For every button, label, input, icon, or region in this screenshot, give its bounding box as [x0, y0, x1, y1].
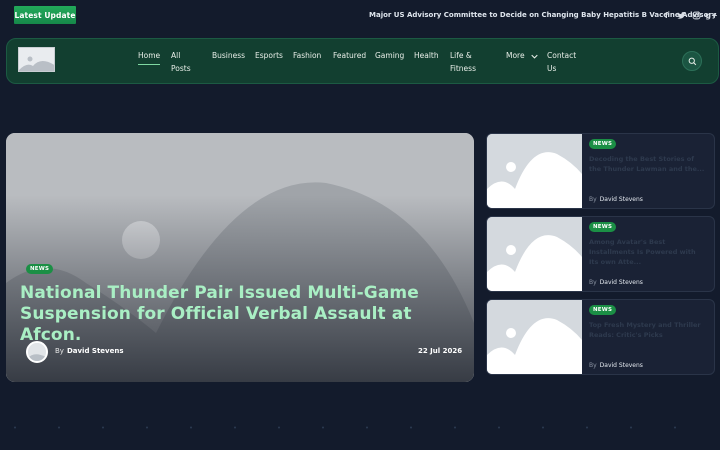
author-link[interactable]: David Stevens	[600, 279, 643, 286]
article-thumbnail[interactable]	[487, 134, 582, 208]
article-byline: By David Stevens	[589, 362, 643, 369]
social-links: f g+	[659, 9, 719, 21]
hero-author-link[interactable]: David Stevens	[67, 347, 124, 355]
search-button[interactable]	[682, 51, 702, 71]
google-plus-icon[interactable]: g+	[704, 9, 719, 21]
nav-life-fitness[interactable]: Life & Fitness	[450, 49, 492, 75]
category-badge[interactable]: NEWS	[589, 305, 617, 315]
image-placeholder-icon	[487, 217, 582, 291]
instagram-icon[interactable]	[689, 9, 704, 21]
article-title-link[interactable]: Decoding the Best Stories of the Thunder…	[589, 154, 707, 174]
byline-prefix: By	[589, 279, 597, 286]
byline-prefix: By	[55, 347, 64, 355]
hero-date: 22 Jul 2026	[418, 347, 463, 355]
top-bar: Latest Update Major US Advisory Committe…	[0, 0, 720, 32]
twitter-icon[interactable]	[674, 9, 689, 21]
nav-fashion[interactable]: Fashion	[293, 49, 321, 62]
nav-contact-us[interactable]: Contact Us	[547, 49, 581, 75]
nav-featured[interactable]: Featured	[333, 49, 366, 62]
author-avatar[interactable]	[26, 341, 48, 363]
nav-health[interactable]: Health	[414, 49, 439, 62]
author-link[interactable]: David Stevens	[600, 196, 643, 203]
side-article-card[interactable]: NEWS Among Avatar's Best Installments Is…	[486, 216, 715, 292]
nav-home[interactable]: Home	[138, 49, 161, 65]
search-icon	[688, 57, 696, 65]
latest-update-button[interactable]: Latest Update	[14, 6, 76, 24]
hero-byline: By David Stevens	[55, 347, 124, 355]
nav-more-label: More	[506, 51, 525, 60]
article-title-link[interactable]: Among Avatar's Best Installments Is Powe…	[589, 237, 707, 267]
main-navbar: Home All Posts Business Esports Fashion …	[6, 38, 719, 84]
facebook-icon[interactable]: f	[659, 9, 674, 21]
image-placeholder-icon	[19, 48, 54, 71]
hero-headline-link[interactable]: National Thunder Pair Issued Multi-Game …	[20, 283, 440, 346]
nav-more[interactable]: More	[506, 49, 538, 62]
nav-gaming[interactable]: Gaming	[375, 49, 404, 62]
article-byline: By David Stevens	[589, 196, 643, 203]
byline-prefix: By	[589, 362, 597, 369]
article-byline: By David Stevens	[589, 279, 643, 286]
nav-all-posts[interactable]: All Posts	[171, 49, 197, 75]
chevron-down-icon	[531, 54, 538, 59]
image-placeholder-icon	[487, 300, 582, 374]
article-thumbnail[interactable]	[487, 300, 582, 374]
category-badge[interactable]: NEWS	[589, 222, 617, 232]
author-link[interactable]: David Stevens	[600, 362, 643, 369]
image-placeholder-icon	[487, 134, 582, 208]
category-badge[interactable]: NEWS	[589, 139, 617, 149]
article-title-link[interactable]: Top Fresh Mystery and Thriller Reads: Cr…	[589, 320, 707, 340]
avatar-placeholder-icon	[28, 343, 46, 361]
nav-esports[interactable]: Esports	[255, 49, 283, 62]
decorative-dotted-divider	[14, 426, 676, 429]
side-article-card[interactable]: NEWS Decoding the Best Stories of the Th…	[486, 133, 715, 209]
site-logo[interactable]	[18, 47, 55, 72]
byline-prefix: By	[589, 196, 597, 203]
hero-category-badge[interactable]: NEWS	[26, 264, 54, 274]
side-article-card[interactable]: NEWS Top Fresh Mystery and Thriller Read…	[486, 299, 715, 375]
article-thumbnail[interactable]	[487, 217, 582, 291]
nav-business[interactable]: Business	[212, 49, 245, 62]
